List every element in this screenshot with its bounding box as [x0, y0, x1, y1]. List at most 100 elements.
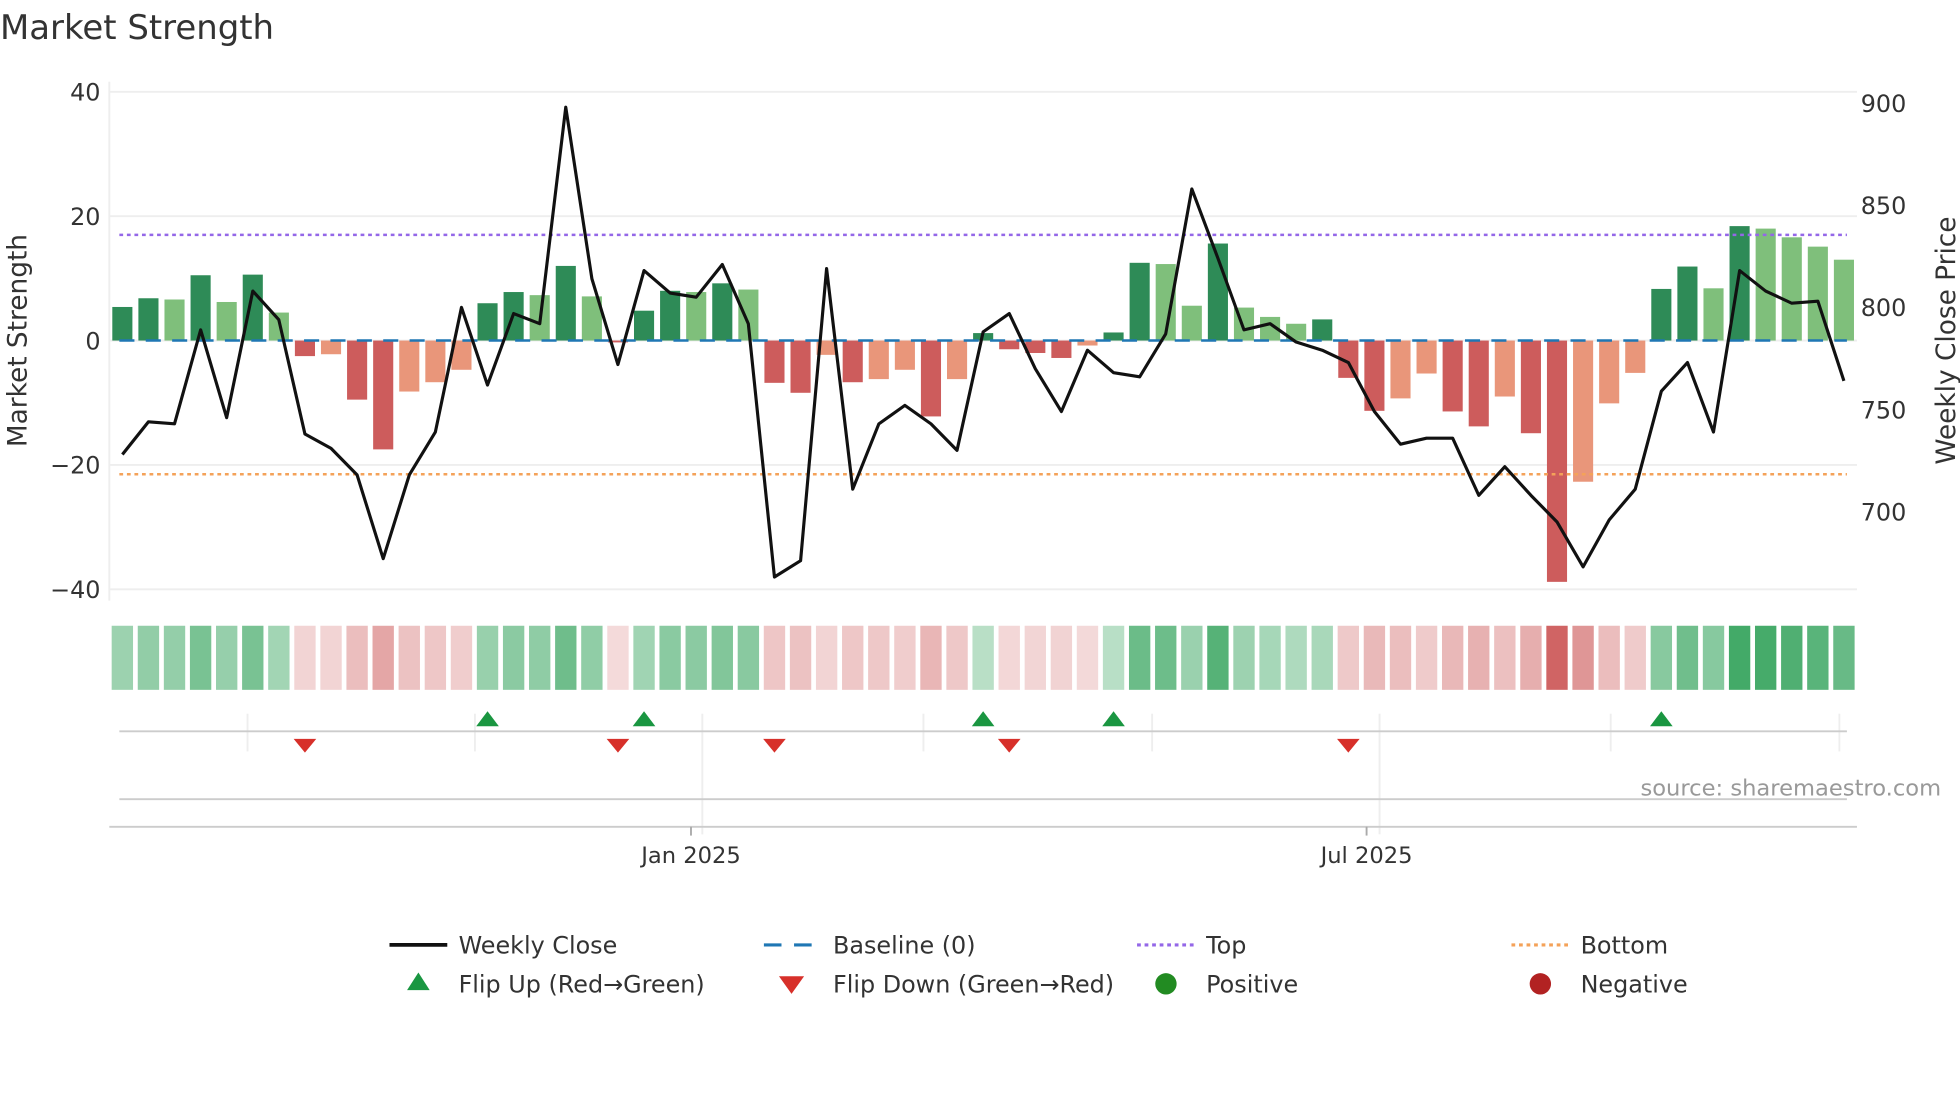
strength-strip-cell: [1650, 625, 1673, 690]
strength-strip-cell: [1833, 625, 1855, 690]
strength-strip-cell: [998, 625, 1020, 690]
strength-strip-cell: [320, 625, 342, 690]
strength-strip-cell: [1155, 625, 1177, 690]
strength-strip-cell: [1624, 625, 1646, 690]
strength-bar: [633, 310, 655, 341]
strength-strip-cell: [659, 625, 681, 690]
strength-strip-cell: [1102, 625, 1125, 690]
strength-bar: [1442, 340, 1463, 412]
strength-bar: [1520, 340, 1541, 434]
strength-bar: [1651, 288, 1672, 341]
legend-tri-up-icon: [407, 972, 430, 991]
legend-circle-pos-icon: [1155, 973, 1177, 995]
strength-strip-cell: [1598, 625, 1620, 690]
strength-bar: [373, 340, 394, 450]
strength-bar: [399, 340, 420, 392]
strength-bar: [790, 340, 811, 393]
strength-strip-cell: [424, 625, 447, 690]
strength-strip-cell: [581, 625, 603, 690]
market-strength-chart: Market Strength Market Strength Weekly C…: [0, 8, 1960, 999]
strength-bar: [1416, 340, 1437, 374]
strength-strip-cell: [1181, 625, 1203, 690]
y-tick-label: −20: [50, 452, 100, 480]
flip-down-marker: [1337, 738, 1360, 753]
strength-bar: [686, 292, 707, 341]
strength-strip-cell: [685, 625, 707, 690]
strength-bar: [894, 340, 915, 370]
strength-strip-cell: [1076, 625, 1099, 690]
strength-strip-cell: [216, 625, 238, 690]
strength-strip-cell: [1781, 625, 1803, 690]
strength-bar: [347, 340, 368, 400]
strength-strip-cell: [189, 625, 212, 690]
x-tick-label: Jul 2025: [1319, 843, 1413, 869]
flip-up-marker: [971, 711, 995, 727]
strength-bar: [1494, 340, 1515, 397]
strength-strip-cell: [1520, 625, 1542, 690]
source-text: source: sharemaestro.com: [1640, 775, 1941, 801]
strength-bar: [555, 265, 576, 341]
legend-tri-down-icon: [778, 976, 805, 994]
strength-strip-cell: [1468, 625, 1490, 690]
strength-strip-cell: [242, 625, 264, 690]
flip-up-marker: [1102, 711, 1125, 727]
strength-strip-cell: [946, 625, 968, 690]
y2-tick-label: 700: [1861, 498, 1907, 526]
strength-bar: [1599, 340, 1620, 404]
strength-bar: [1051, 340, 1072, 358]
strength-bar: [138, 298, 159, 341]
y2-tick-label: 800: [1861, 294, 1907, 322]
strength-bar: [1703, 288, 1724, 341]
strength-strip-cell: [346, 625, 368, 690]
strength-bar: [1546, 340, 1568, 582]
strength-bar: [477, 303, 498, 341]
legend-label: Flip Down (Green→Red): [833, 971, 1114, 999]
y2-tick-label: 850: [1861, 192, 1907, 220]
strength-bar: [320, 340, 342, 355]
strength-bar: [294, 340, 315, 357]
strength-strip-cell: [137, 625, 160, 690]
y2-axis-label: Weekly Close Price: [1932, 216, 1960, 464]
strength-bar: [112, 306, 133, 341]
strength-strip-cell: [294, 625, 316, 690]
x-tick-label: Jan 2025: [639, 843, 741, 869]
strength-strip-cell: [1728, 625, 1751, 690]
strength-strip-cell: [894, 625, 916, 690]
y-tick-label: 40: [70, 79, 100, 107]
strength-strip-cell: [1207, 625, 1229, 690]
strength-strip-cell: [1128, 625, 1151, 690]
legend-label: Positive: [1206, 971, 1298, 999]
strength-strip-cell: [789, 625, 812, 690]
strength-strip-cell: [737, 625, 760, 690]
strength-bar: [164, 299, 185, 341]
strength-bar: [764, 340, 785, 383]
strength-bar: [868, 340, 889, 380]
strength-strip-cell: [633, 625, 655, 690]
strength-strip-cell: [555, 625, 577, 690]
strength-bar: [1677, 266, 1698, 341]
strength-strip-cell: [815, 625, 838, 690]
strength-strip-cell: [1572, 625, 1594, 690]
legend-label: Baseline (0): [833, 932, 976, 960]
strength-strip-cell: [763, 625, 786, 690]
y-axis-label: Market Strength: [3, 234, 33, 447]
strength-strip-cell: [529, 625, 551, 690]
strength-bar: [425, 340, 446, 383]
strength-bar: [1181, 305, 1202, 341]
legend-label: Top: [1205, 932, 1246, 960]
strength-strip-cell: [398, 625, 420, 690]
strength-strip-cell: [502, 625, 525, 690]
legend-label: Bottom: [1581, 932, 1669, 960]
strength-bar: [1468, 340, 1489, 427]
strength-strip-cell: [1702, 625, 1725, 690]
strength-bar: [660, 290, 681, 341]
strength-strip-cell: [476, 625, 499, 690]
flip-up-marker: [1650, 711, 1673, 727]
strength-strip-cell: [972, 625, 994, 690]
strength-bar: [999, 340, 1020, 350]
strength-strip-cell: [372, 625, 394, 690]
strength-bar: [1625, 340, 1646, 373]
legend-label: Flip Up (Red→Green): [459, 971, 705, 999]
strength-bar: [947, 340, 968, 380]
strength-strip-cell: [1259, 625, 1281, 690]
